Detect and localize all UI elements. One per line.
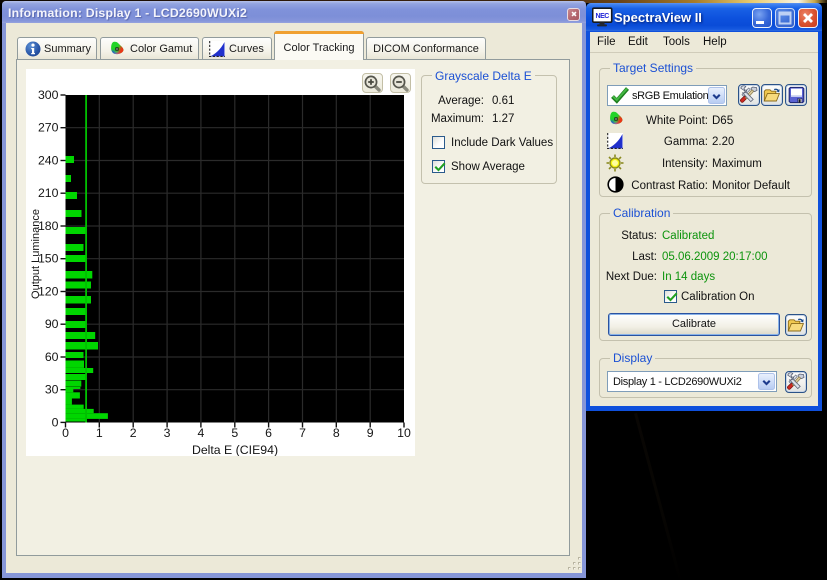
svg-text:2: 2 (130, 426, 137, 440)
svg-text:1: 1 (96, 426, 103, 440)
svg-text:30: 30 (45, 383, 59, 397)
svg-text:7: 7 (299, 426, 306, 440)
svg-text:300: 300 (38, 88, 59, 102)
svg-text:Output Luminance: Output Luminance (30, 209, 42, 299)
svg-text:3: 3 (164, 426, 171, 440)
svg-text:210: 210 (38, 186, 59, 200)
svg-text:90: 90 (45, 317, 59, 331)
svg-text:5: 5 (231, 426, 238, 440)
svg-text:Delta E (CIE94): Delta E (CIE94) (192, 443, 278, 456)
svg-text:9: 9 (367, 426, 374, 440)
svg-text:10: 10 (397, 426, 411, 440)
svg-text:6: 6 (265, 426, 272, 440)
svg-text:0: 0 (62, 426, 69, 440)
svg-text:NEC: NEC (596, 13, 610, 20)
svg-text:60: 60 (45, 350, 59, 364)
svg-text:8: 8 (333, 426, 340, 440)
svg-text:0: 0 (52, 415, 59, 429)
svg-text:270: 270 (38, 121, 59, 135)
svg-text:4: 4 (197, 426, 204, 440)
svg-text:240: 240 (38, 154, 59, 168)
